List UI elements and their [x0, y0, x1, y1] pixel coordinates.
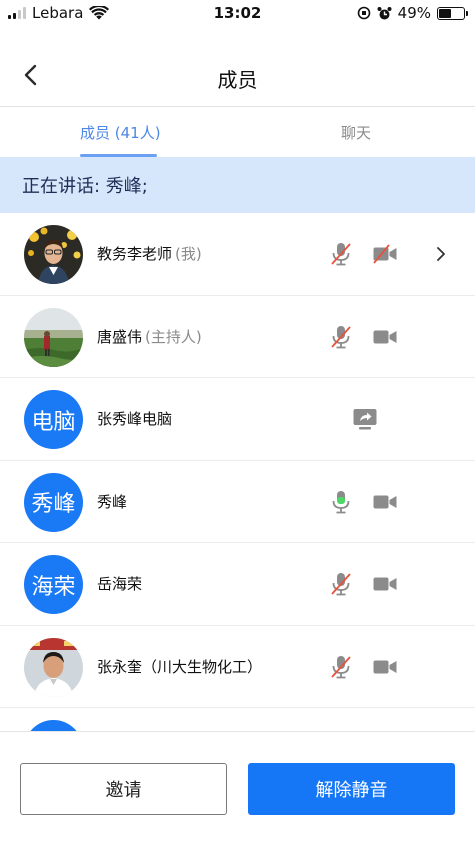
member-row[interactable]: 秀峰 秀峰: [0, 461, 475, 543]
tab-members[interactable]: 成员 (41人): [80, 122, 161, 143]
member-name-text: 教务李老师: [97, 245, 173, 263]
avatar: 秀峰: [24, 472, 83, 532]
camera-icon[interactable]: [372, 324, 398, 350]
member-name: 秀峰: [97, 491, 127, 512]
member-name: 教务李老师 (我): [97, 243, 202, 264]
battery-icon: [437, 6, 468, 20]
mic-speaking-icon[interactable]: [328, 489, 354, 515]
member-name: 岳海荣: [97, 573, 142, 594]
avatar: [24, 720, 83, 731]
member-name: 唐盛伟 (主持人): [97, 326, 202, 347]
member-name: 张永奎（川大生物化工）: [97, 656, 262, 677]
avatar-photo-teacher: [24, 225, 83, 284]
bottom-bar: 邀请 解除静音: [0, 731, 475, 845]
tab-chat[interactable]: 聊天: [341, 122, 371, 143]
member-name: 张秀峰电脑: [97, 408, 172, 429]
camera-off-icon[interactable]: [372, 241, 398, 267]
unmute-button[interactable]: 解除静音: [248, 763, 455, 815]
tab-bar: 成员 (41人) 聊天: [0, 108, 475, 158]
avatar: [24, 225, 83, 284]
alarm-icon: [377, 6, 392, 19]
screen-share-icon[interactable]: [352, 406, 378, 432]
member-name-text: 唐盛伟: [97, 327, 143, 346]
member-row[interactable]: [0, 708, 475, 731]
avatar-photo-man: [24, 637, 83, 697]
member-name-text: 张秀峰电脑: [97, 410, 173, 428]
mic-muted-icon[interactable]: [328, 324, 354, 350]
orientation-lock-icon: [357, 6, 370, 20]
avatar-photo-field: [24, 307, 83, 367]
mic-muted-icon[interactable]: [328, 654, 354, 680]
nav-header: 成员: [0, 28, 475, 107]
mic-muted-icon[interactable]: [328, 571, 354, 597]
member-list: 教务李老师 (我) 唐盛伟 (主持人) 电脑 张秀峰电脑 秀峰 秀峰 海荣 岳海…: [0, 213, 475, 731]
chevron-right-icon[interactable]: [432, 241, 450, 267]
battery-percent: 49%: [397, 4, 431, 22]
camera-icon[interactable]: [372, 654, 398, 680]
status-right: 49%: [357, 4, 468, 22]
avatar: 电脑: [24, 390, 83, 449]
status-bar: Lebara 13:02 49%: [0, 0, 475, 28]
member-role: (主持人): [145, 327, 202, 346]
member-name-text: 秀峰: [97, 492, 128, 511]
mic-muted-icon[interactable]: [328, 241, 354, 267]
avatar: [24, 637, 83, 697]
member-row[interactable]: 唐盛伟 (主持人): [0, 296, 475, 378]
invite-button[interactable]: 邀请: [20, 763, 227, 815]
page-title: 成员: [217, 68, 258, 92]
member-row[interactable]: 张永奎（川大生物化工）: [0, 626, 475, 708]
member-name-text: 岳海荣: [97, 575, 143, 593]
avatar: 海荣: [24, 555, 83, 614]
camera-icon[interactable]: [372, 571, 398, 597]
member-role: (我): [175, 245, 202, 263]
member-row[interactable]: 海荣 岳海荣: [0, 543, 475, 626]
avatar: [24, 307, 83, 367]
member-name-text: 张永奎（川大生物化工）: [97, 657, 263, 676]
camera-icon[interactable]: [372, 489, 398, 515]
member-row[interactable]: 电脑 张秀峰电脑: [0, 378, 475, 461]
speaking-banner: 正在讲话: 秀峰;: [0, 157, 475, 213]
member-row[interactable]: 教务李老师 (我): [0, 213, 475, 296]
speaking-text: 正在讲话: 秀峰;: [22, 176, 148, 197]
